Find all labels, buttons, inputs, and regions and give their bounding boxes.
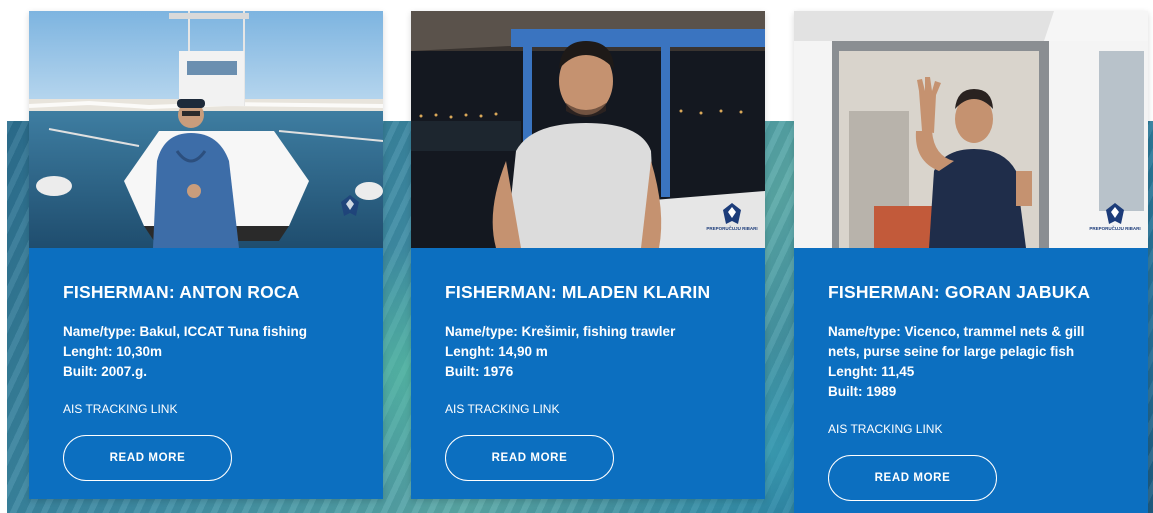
card-title: FISHERMAN: MLADEN KLARIN [445,282,711,302]
ais-tracking-link[interactable]: AIS TRACKING LINK [828,421,942,437]
preporucuju-ribari-logo: PREPORUČUJU RIBARI [1088,202,1142,242]
fisherman-photo [29,11,383,248]
preporucuju-ribari-logo: PREPORUČUJU RIBARI [705,202,759,242]
logo-text: PREPORUČUJU RIBARI [1089,226,1141,231]
info-line-built: Built: 1989 [828,384,897,399]
fishermen-section: FISHERMAN: ANTON ROCA Name/type: Bakul, … [0,0,1153,513]
info-line-name-type-cont: nets, purse seine for large pelagic fish [828,344,1075,359]
fish-logo-icon [723,203,741,224]
fisherman-photo: PREPORUČUJU RIBARI [411,11,765,248]
fisherman-card-goran-jabuka: PREPORUČUJU RIBARI FISHERMAN: GORAN JABU… [794,11,1148,513]
info-line-length: Lenght: 10,30m [63,344,163,359]
info-line-length: Lenght: 11,45 [828,364,915,379]
fisherman-card-mladen-klarin: PREPORUČUJU RIBARI FISHERMAN: MLADEN KLA… [411,11,765,499]
fish-logo-icon [1106,203,1124,224]
card-info: Name/type: Vicenco, trammel nets & gill … [828,322,1114,402]
fisherman-photo: PREPORUČUJU RIBARI [794,11,1148,248]
card-title: FISHERMAN: ANTON ROCA [63,282,300,302]
info-line-name-type: Name/type: Vicenco, trammel nets & gill [828,324,1085,339]
card-title: FISHERMAN: GORAN JABUKA [828,282,1091,302]
read-more-button[interactable]: READ MORE [828,455,997,501]
logo-text: PREPORUČUJU RIBARI [706,226,758,231]
card-info: Name/type: Bakul, ICCAT Tuna fishing Len… [63,322,349,382]
fish-logo-icon [341,195,359,216]
ais-tracking-link[interactable]: AIS TRACKING LINK [63,401,177,417]
info-line-name-type: Name/type: Bakul, ICCAT Tuna fishing [63,324,308,339]
fisherman-card-anton-roca: FISHERMAN: ANTON ROCA Name/type: Bakul, … [29,11,383,499]
info-line-built: Built: 1976 [445,364,514,379]
preporucuju-ribari-logo [323,194,377,234]
read-more-button[interactable]: READ MORE [445,435,614,481]
info-line-built: Built: 2007.g. [63,364,148,379]
read-more-button[interactable]: READ MORE [63,435,232,481]
ais-tracking-link[interactable]: AIS TRACKING LINK [445,401,559,417]
card-info: Name/type: Krešimir, fishing trawler Len… [445,322,731,382]
info-line-name-type: Name/type: Krešimir, fishing trawler [445,324,676,339]
info-line-length: Lenght: 14,90 m [445,344,548,359]
